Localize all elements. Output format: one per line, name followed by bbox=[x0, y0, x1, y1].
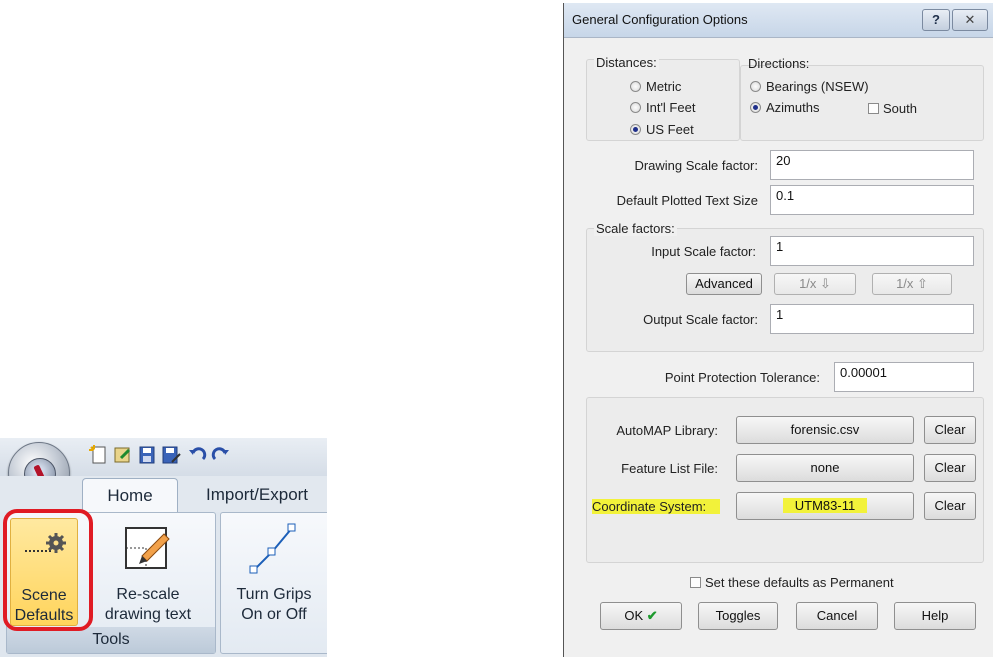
coordinate-system-button[interactable]: UTM83-11 bbox=[736, 492, 914, 520]
automap-label: AutoMAP Library: bbox=[616, 423, 718, 438]
point-tolerance-label: Point Protection Tolerance: bbox=[664, 370, 820, 385]
input-scale-input[interactable]: 1 bbox=[770, 236, 974, 266]
scene-defaults-label-1: Scene bbox=[21, 587, 67, 604]
config-dialog: General Configuration Options ? ✕ Distan… bbox=[563, 3, 993, 657]
drawing-scale-label: Drawing Scale factor: bbox=[634, 158, 758, 173]
radio-metric[interactable]: Metric bbox=[630, 79, 681, 94]
save-icon[interactable] bbox=[136, 444, 158, 466]
turn-grips-button[interactable]: Turn Grips On or Off bbox=[224, 518, 324, 624]
plotted-text-size-input[interactable]: 0.1 bbox=[770, 185, 974, 215]
rescale-label-1: Re-scale bbox=[116, 586, 180, 603]
radio-bearings[interactable]: Bearings (NSEW) bbox=[750, 79, 869, 94]
grips-label-2: On or Off bbox=[241, 606, 307, 623]
coordinate-system-label: Coordinate System: bbox=[592, 499, 720, 514]
advanced-button[interactable]: Advanced bbox=[686, 273, 762, 295]
permanent-checkbox-box bbox=[690, 577, 701, 588]
help-button[interactable]: Help bbox=[894, 602, 976, 630]
tools-group-label: Tools bbox=[7, 627, 215, 653]
scene-settings-icon bbox=[25, 533, 66, 553]
distances-label: Distances: bbox=[594, 55, 659, 70]
clear-coordinate-system-button[interactable]: Clear bbox=[924, 492, 976, 520]
clear-automap-button[interactable]: Clear bbox=[924, 416, 976, 444]
drawing-scale-input[interactable]: 20 bbox=[770, 150, 974, 180]
radio-us-feet[interactable]: US Feet bbox=[630, 122, 694, 137]
cancel-button[interactable]: Cancel bbox=[796, 602, 878, 630]
ok-label: OK bbox=[624, 608, 644, 623]
radio-azimuths-dot bbox=[750, 102, 761, 113]
radio-bearings-dot bbox=[750, 81, 761, 92]
directions-label: Directions: bbox=[748, 56, 810, 71]
radio-metric-dot bbox=[630, 81, 641, 92]
radio-intl-feet[interactable]: Int'l Feet bbox=[630, 100, 695, 115]
ok-check-icon: ✔ bbox=[646, 608, 658, 623]
input-scale-label: Input Scale factor: bbox=[651, 244, 756, 259]
point-tolerance-input[interactable]: 0.00001 bbox=[834, 362, 974, 392]
south-checkbox-label: South bbox=[883, 101, 917, 116]
tab-import-export[interactable]: Import/Export bbox=[206, 478, 308, 512]
radio-us-feet-dot bbox=[630, 124, 641, 135]
reciprocal-up-button[interactable]: 1/x ⇧ bbox=[872, 273, 952, 295]
reciprocal-down-button[interactable]: 1/x ⇩ bbox=[774, 273, 856, 295]
open-file-icon[interactable] bbox=[112, 444, 134, 466]
toggles-button[interactable]: Toggles bbox=[698, 602, 778, 630]
redo-icon[interactable] bbox=[210, 444, 232, 466]
permanent-checkbox-label: Set these defaults as Permanent bbox=[705, 575, 894, 590]
clear-feature-list-button[interactable]: Clear bbox=[924, 454, 976, 482]
radio-intl-feet-dot bbox=[630, 102, 641, 113]
ribbon-toolbar: Home Import/Export Tools Scene Defaults … bbox=[0, 438, 327, 657]
radio-us-feet-label: US Feet bbox=[646, 122, 694, 137]
grips-label-1: Turn Grips bbox=[236, 586, 312, 603]
rescale-label-2: drawing text bbox=[104, 606, 192, 623]
rescale-drawing-text-button[interactable]: Re-scale drawing text bbox=[88, 518, 208, 624]
dialog-title: General Configuration Options bbox=[572, 12, 748, 27]
radio-intl-feet-label: Int'l Feet bbox=[646, 100, 696, 115]
south-checkbox-box bbox=[868, 103, 879, 114]
radio-azimuths[interactable]: Azimuths bbox=[750, 100, 819, 115]
tab-home[interactable]: Home bbox=[82, 478, 178, 513]
output-scale-input[interactable]: 1 bbox=[770, 304, 974, 334]
scene-defaults-label-2: Defaults bbox=[14, 607, 74, 624]
new-file-icon[interactable] bbox=[88, 444, 110, 466]
close-icon[interactable]: ✕ bbox=[952, 9, 988, 31]
output-scale-label: Output Scale factor: bbox=[643, 312, 758, 327]
feature-list-label: Feature List File: bbox=[621, 461, 718, 476]
south-checkbox[interactable]: South bbox=[868, 101, 917, 116]
radio-azimuths-label: Azimuths bbox=[766, 100, 820, 115]
rescale-text-icon bbox=[125, 527, 170, 569]
feature-list-button[interactable]: none bbox=[736, 454, 914, 482]
help-icon[interactable]: ? bbox=[922, 9, 950, 31]
grips-icon bbox=[249, 523, 296, 574]
radio-metric-label: Metric bbox=[646, 79, 682, 94]
dialog-titlebar: General Configuration Options ? ✕ bbox=[564, 3, 993, 38]
save-as-icon[interactable] bbox=[160, 444, 182, 466]
scene-defaults-button[interactable]: Scene Defaults bbox=[10, 518, 78, 626]
permanent-checkbox[interactable]: Set these defaults as Permanent bbox=[690, 575, 894, 590]
scale-factors-label: Scale factors: bbox=[594, 221, 677, 236]
undo-icon[interactable] bbox=[186, 444, 208, 466]
coordinate-system-value: UTM83-11 bbox=[782, 498, 868, 513]
plotted-text-size-label: Default Plotted Text Size bbox=[616, 193, 758, 208]
ok-button[interactable]: OK ✔ bbox=[600, 602, 682, 630]
automap-file-button[interactable]: forensic.csv bbox=[736, 416, 914, 444]
radio-bearings-label: Bearings (NSEW) bbox=[766, 79, 869, 94]
